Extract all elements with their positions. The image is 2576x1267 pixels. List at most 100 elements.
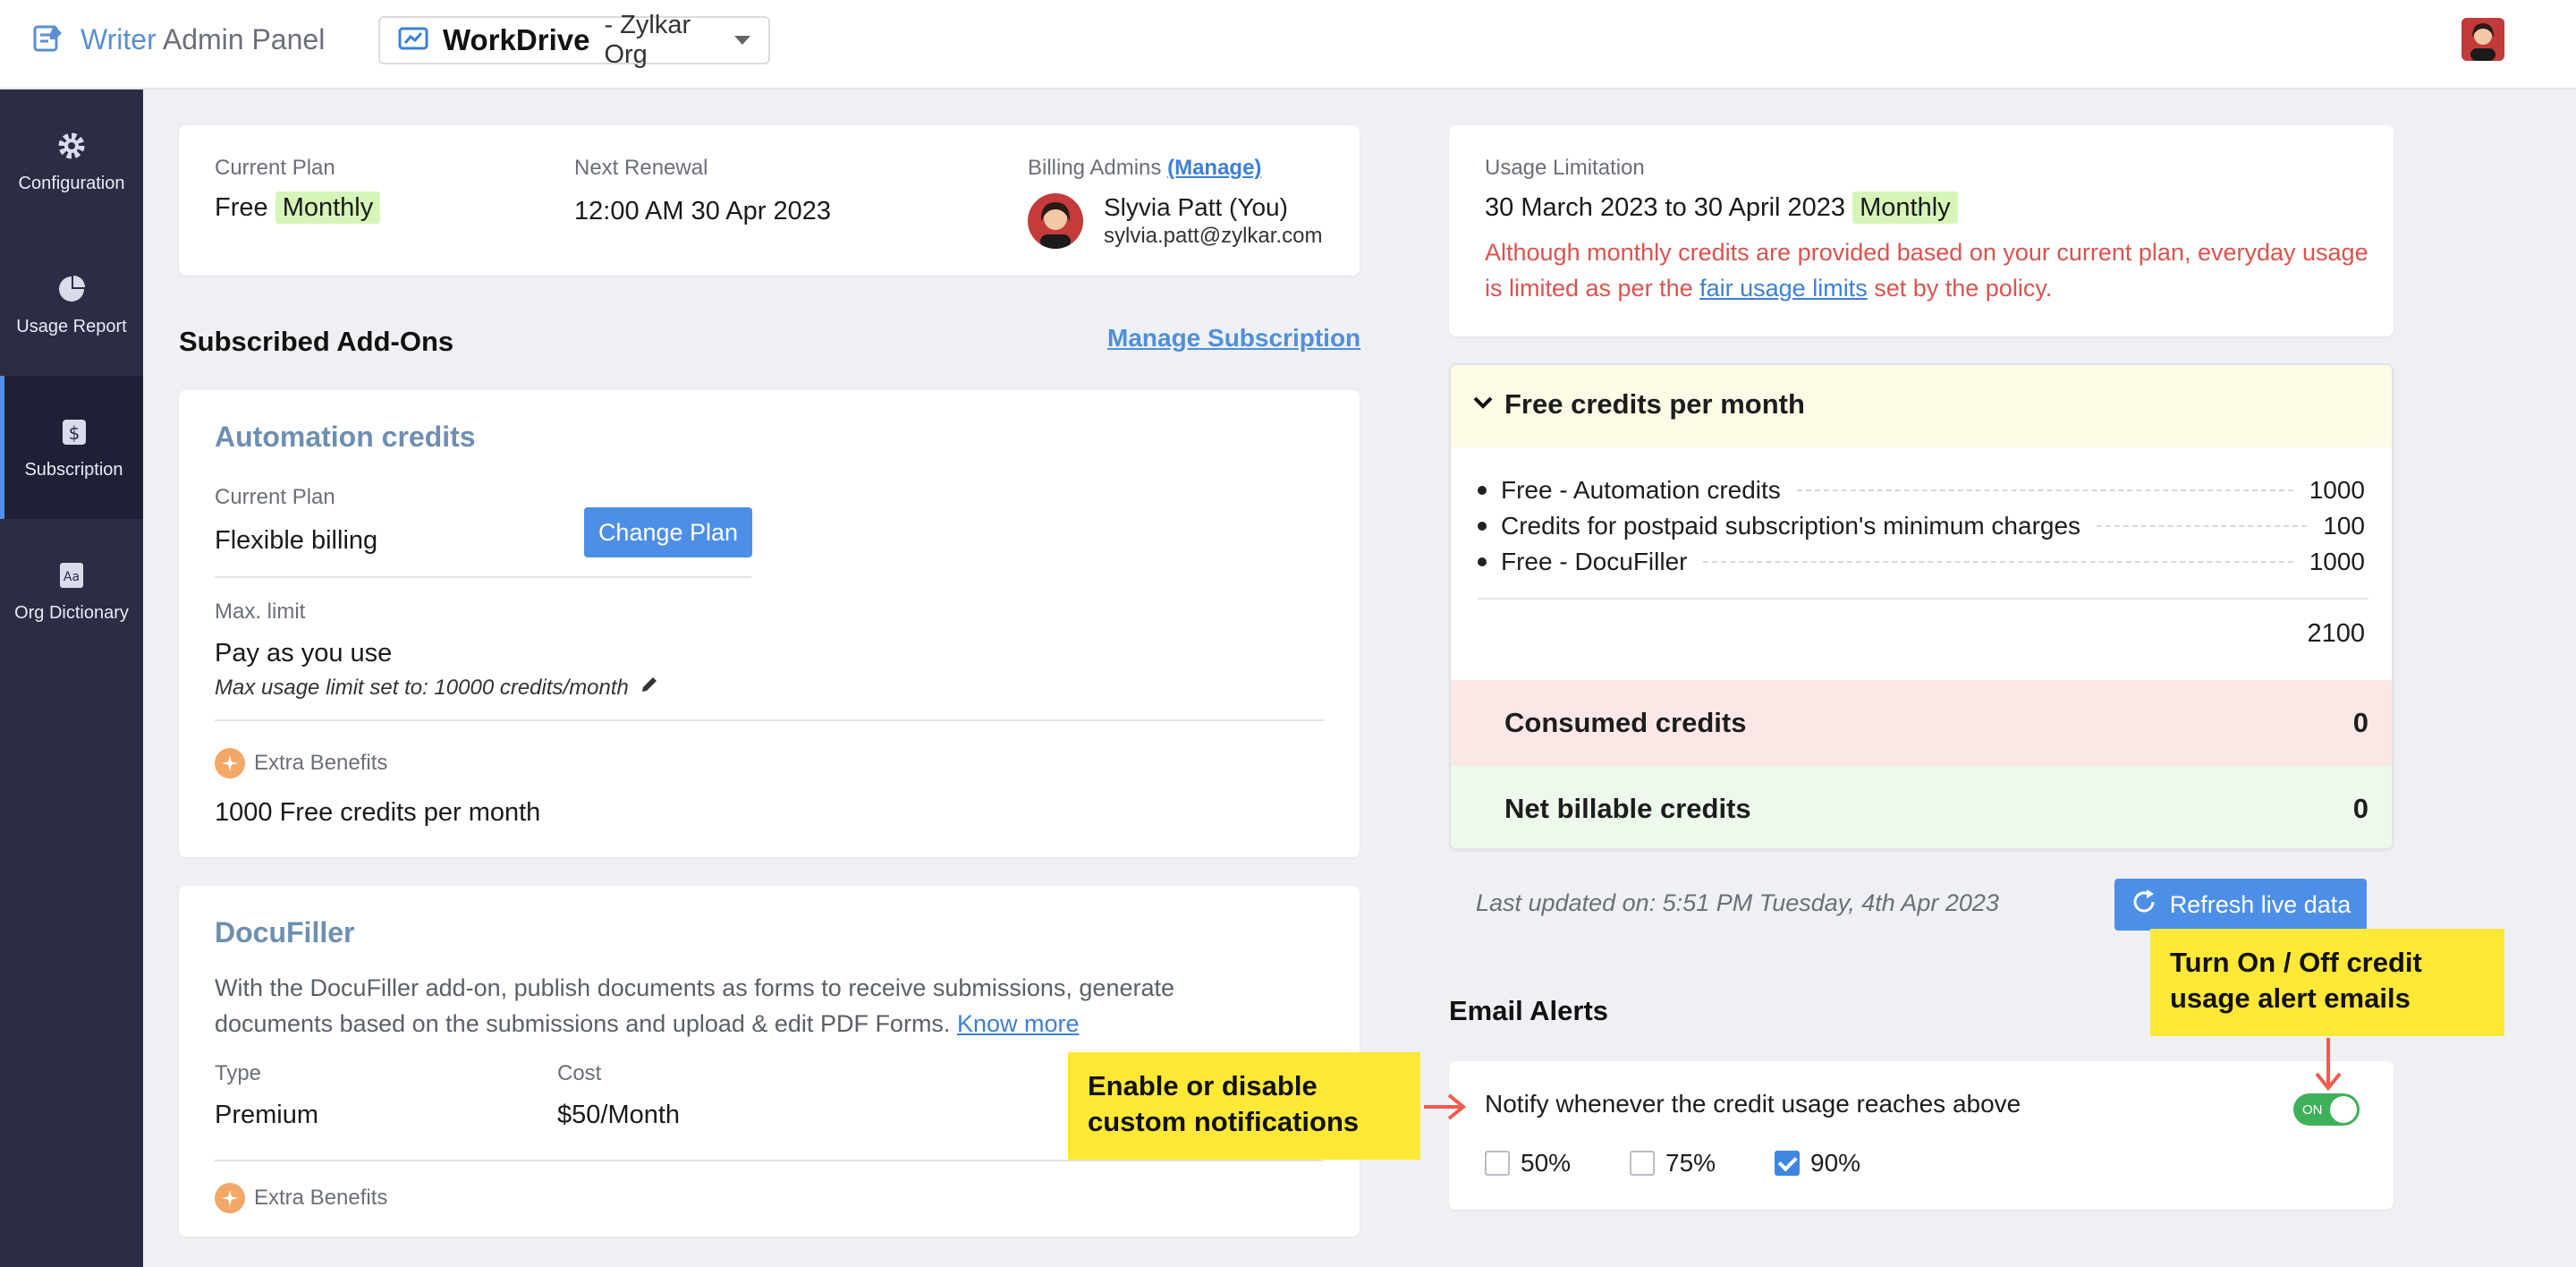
docufiller-description: With the DocuFiller add-on, publish docu… (215, 974, 1174, 1037)
credit-item-value: 1000 (2309, 548, 2365, 575)
admin-avatar (1028, 193, 1083, 249)
cost-value: $50/Month (557, 1101, 681, 1129)
fair-usage-link[interactable]: fair usage limits (1699, 275, 1868, 302)
automation-credits-title: Automation credits (215, 421, 476, 453)
admin-email: sylvia.patt@zylkar.com (1104, 224, 1323, 248)
manage-subscription-link[interactable]: Manage Subscription (1107, 324, 1360, 353)
max-limit-value: Pay as you use (215, 639, 393, 668)
dictionary-icon: Aa (55, 558, 89, 592)
usage-limitation-label: Usage Limitation (1485, 156, 1645, 180)
user-avatar[interactable] (2462, 18, 2504, 61)
sidebar-item-label: Usage Report (16, 316, 127, 336)
current-plan-label: Current Plan (215, 156, 335, 180)
sidebar: Configuration Usage Report $ Subscriptio… (0, 89, 143, 1267)
checkbox[interactable] (1630, 1151, 1655, 1176)
change-plan-button[interactable]: Change Plan (584, 507, 752, 557)
sidebar-item-configuration[interactable]: Configuration (0, 89, 143, 233)
credits-panel: Free credits per month 2100 Consumed cre… (1449, 363, 2394, 850)
notify-text: Notify whenever the credit usage reaches… (1485, 1090, 2021, 1118)
pie-chart-icon (55, 272, 89, 306)
top-bar: Writer Admin Panel WorkDrive - Zylkar Or… (0, 0, 2576, 89)
threshold-option-75[interactable]: 75% (1630, 1149, 1775, 1178)
plan-summary-card: Current Plan Free Monthly Next Renewal 1… (179, 125, 1360, 276)
current-plan-value: Free Monthly (215, 191, 381, 224)
org-app-name: WorkDrive (443, 23, 590, 56)
notify-callout: Enable or disable custom notifications (1068, 1052, 1420, 1160)
extra-benefits-label: Extra Benefits (254, 751, 388, 775)
edit-pencil-icon[interactable] (640, 675, 659, 701)
refresh-live-data-button[interactable]: Refresh live data (2114, 879, 2367, 931)
sidebar-item-org-dictionary[interactable]: Aa Org Dictionary (0, 519, 143, 662)
consumed-credits-value: 0 (2352, 707, 2368, 738)
org-selector[interactable]: WorkDrive - Zylkar Org (378, 11, 770, 69)
automation-current-plan-label: Current Plan (215, 485, 335, 509)
next-renewal-value: 12:00 AM 30 Apr 2023 (574, 197, 831, 225)
credit-item-value: 1000 (2309, 476, 2365, 504)
threshold-option-90[interactable]: 90% (1775, 1149, 1919, 1178)
credit-item: Free - Automation credits 1000 (1478, 476, 2365, 505)
chevron-down-icon (734, 36, 750, 45)
net-billable-value: 0 (2352, 793, 2368, 824)
max-limit-note: Max usage limit set to: 10000 credits/mo… (215, 675, 659, 701)
gear-icon (55, 129, 89, 163)
admin-name: Slyvia Patt (You) (1104, 193, 1288, 221)
credit-item: Free - DocuFiller 1000 (1478, 548, 2365, 576)
checkbox[interactable] (1485, 1151, 1510, 1176)
threshold-option-50[interactable]: 50% (1485, 1149, 1630, 1178)
dollar-icon: $ (57, 415, 91, 449)
max-limit-label: Max. limit (215, 599, 306, 624)
brand[interactable]: Writer Admin Panel (32, 21, 325, 58)
sparkle-icon (215, 748, 245, 778)
type-label: Type (215, 1061, 262, 1085)
sidebar-item-label: Configuration (18, 173, 125, 193)
credit-item-name: Free - Automation credits (1501, 476, 1781, 504)
extra-benefits-value: 1000 Free credits per month (215, 798, 541, 827)
sidebar-item-label: Org Dictionary (14, 602, 129, 623)
type-value: Premium (215, 1101, 319, 1129)
divider (215, 576, 751, 578)
free-credits-title: Free credits per month (1504, 388, 1805, 420)
consumed-credits-row: Consumed credits 0 (1451, 680, 2392, 766)
next-renewal-label: Next Renewal (574, 156, 708, 180)
usage-period: 30 March 2023 to 30 April 2023 Monthly (1485, 191, 1958, 224)
automation-credits-card: Automation credits Current Plan Flexible… (179, 390, 1360, 857)
credit-item: Credits for postpaid subscription's mini… (1478, 512, 2365, 540)
svg-text:$: $ (68, 422, 80, 444)
refresh-icon (2131, 889, 2157, 922)
free-credits-header[interactable]: Free credits per month (1451, 365, 2392, 447)
docufiller-title: DocuFiller (215, 916, 355, 948)
divider (215, 1160, 1324, 1161)
extra-benefits-header: Extra Benefits (215, 748, 387, 778)
threshold-options: 50% 75% 90% (1485, 1149, 1919, 1178)
extra-benefits-label: Extra Benefits (254, 1186, 388, 1210)
arrow-down-icon (2315, 1038, 2342, 1092)
automation-current-plan-value: Flexible billing (215, 526, 378, 555)
sidebar-item-usage-report[interactable]: Usage Report (0, 233, 143, 376)
toggle-callout: Turn On / Off credit usage alert emails (2150, 929, 2504, 1036)
cost-label: Cost (557, 1061, 602, 1085)
email-alerts-card: Notify whenever the credit usage reaches… (1449, 1061, 2394, 1210)
chevron-down-icon (1472, 394, 1494, 416)
email-alerts-toggle[interactable]: ON (2293, 1093, 2360, 1126)
manage-admins-link[interactable]: (Manage) (1167, 156, 1261, 180)
know-more-link[interactable]: Know more (957, 1010, 1080, 1037)
sidebar-item-subscription[interactable]: $ Subscription (0, 376, 143, 519)
usage-limitation-card: Usage Limitation 30 March 2023 to 30 Apr… (1449, 125, 2394, 336)
last-updated-text: Last updated on: 5:51 PM Tuesday, 4th Ap… (1476, 889, 1999, 916)
arrow-right-icon (1424, 1093, 1467, 1120)
email-alerts-title: Email Alerts (1449, 995, 1609, 1026)
app-title: Writer Admin Panel (80, 23, 326, 55)
workdrive-icon (398, 25, 428, 56)
credit-item-name: Free - DocuFiller (1501, 548, 1688, 575)
sparkle-icon (215, 1183, 245, 1213)
credits-total: 2100 (2307, 619, 2365, 648)
svg-text:Aa: Aa (64, 570, 80, 584)
net-billable-label: Net billable credits (1504, 793, 1751, 824)
credit-item-value: 100 (2323, 512, 2365, 540)
checkbox-checked[interactable] (1775, 1151, 1800, 1176)
divider (1478, 598, 2368, 599)
divider (215, 719, 1324, 721)
org-name: - Zylkar Org (604, 11, 691, 69)
usage-period-badge: Monthly (1852, 191, 1958, 224)
credit-item-name: Credits for postpaid subscription's mini… (1501, 512, 2081, 540)
